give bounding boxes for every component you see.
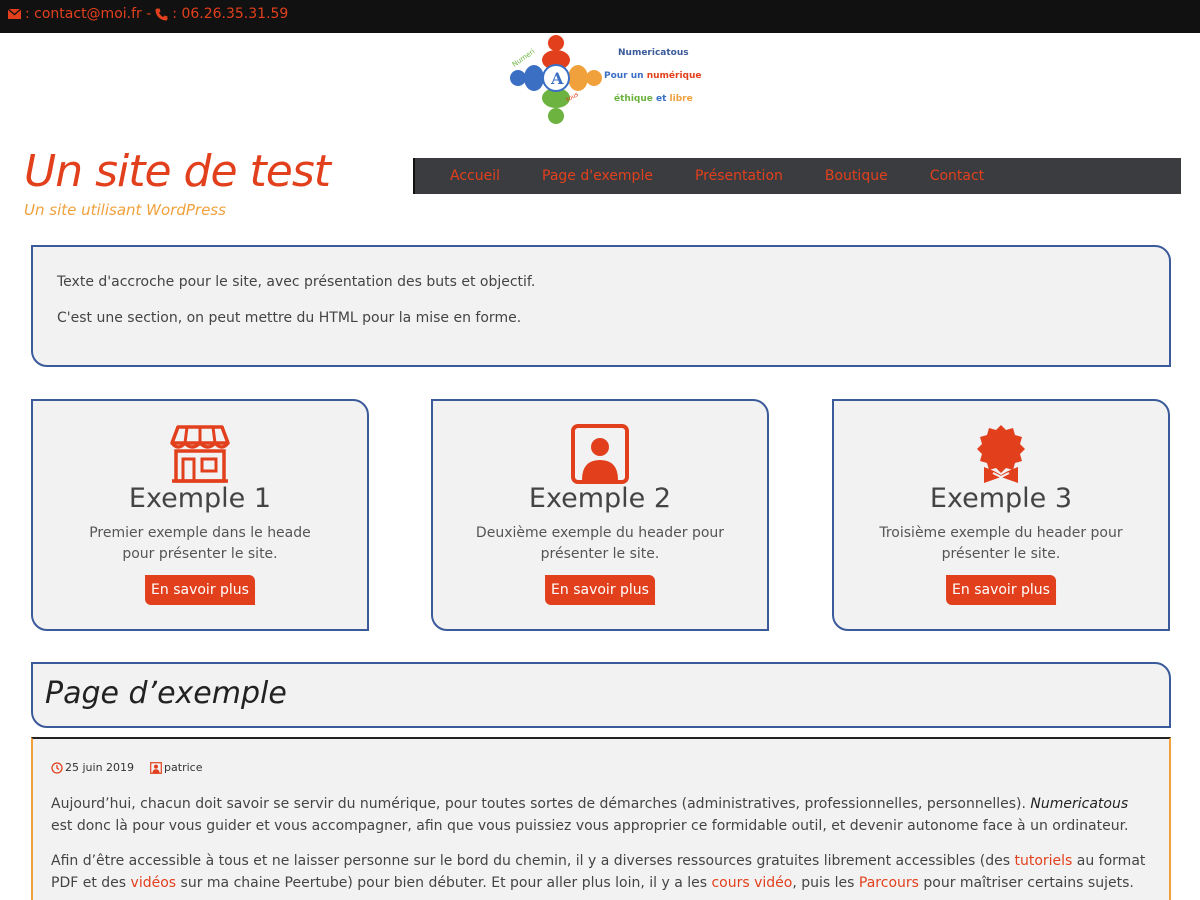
post-date-text: 25 juin 2019 [65,761,135,774]
parcours-link[interactable]: Parcours [859,875,919,891]
cours-video-link[interactable]: cours vidéo [711,875,792,891]
logo-line2: Pour un numérique [604,71,702,81]
p1-text-a: Aujourd’hui, chacun doit savoir se servi… [51,796,1031,812]
intro-line-2: C'est une section, on peut mettre du HTM… [57,310,522,326]
svg-text:A: A [550,69,564,88]
logo-line3c: libre [669,94,693,104]
card-exemple-1: Exemple 1 Premier exemple dans le heade … [31,399,369,631]
card-title: Exemple 1 [128,483,272,514]
article-paragraph-1: Aujourd’hui, chacun doit savoir se servi… [51,793,1146,837]
site-tagline: Un site utilisant WordPress [24,201,226,219]
videos-link[interactable]: vidéos [131,875,177,891]
logo-line3b: et [656,94,667,104]
en-savoir-plus-button[interactable]: En savoir plus [946,575,1056,605]
card-exemple-3: Exemple 3 Troisième exemple du header po… [832,399,1170,631]
post-date[interactable]: 25 juin 2019 [51,761,134,774]
page-title: Page d’exemple [45,676,287,711]
article-paragraph-2: Afin d’être accessible à tous et ne lais… [51,850,1146,894]
shop-icon [170,425,230,483]
en-savoir-plus-button[interactable]: En savoir plus [145,575,255,605]
card-exemple-2: Exemple 2 Deuxième exemple du header pou… [431,399,769,631]
contact-email[interactable]: : contact@moi.fr - [25,6,151,22]
nav-item-presentation[interactable]: Présentation [695,168,783,184]
site-logo[interactable]: A Numeri tous Numericatous Pour un numér… [506,34,706,126]
card-title: Exemple 3 [929,483,1073,514]
p1-text-b: est donc là pour vous guider et vous acc… [51,818,1129,834]
card-description: Troisième exemple du header pour présent… [879,525,1123,562]
logo-line1: Numericatous [618,48,689,58]
main-nav: Accueil Page d'exemple Présentation Bout… [413,158,1181,194]
card-description: Deuxième exemple du header pour présente… [475,525,725,562]
intro-line-1: Texte d'accroche pour le site, avec prés… [57,274,536,290]
top-bar: : contact@moi.fr - : 06.26.35.31.59 [0,0,1200,33]
logo-line3: éthique et libre [614,94,693,104]
contact-phone[interactable]: : 06.26.35.31.59 [172,6,288,22]
award-badge-icon [977,425,1025,483]
post-author[interactable]: patrice [150,761,202,774]
user-portrait-icon [571,424,629,484]
nav-item-accueil[interactable]: Accueil [450,168,500,184]
p2-text-d: , puis les [792,875,859,891]
intro-section: Texte d'accroche pour le site, avec prés… [31,245,1171,367]
logo-people-icon: A Numeri tous [510,35,602,124]
p1-emphasis: Numericatous [1030,796,1129,812]
clock-icon [51,761,63,774]
site-title[interactable]: Un site de test [24,146,331,197]
en-savoir-plus-button[interactable]: En savoir plus [545,575,655,605]
card-description: Premier exemple dans le heade pour prése… [89,525,311,562]
article-content: 25 juin 2019 patrice Aujourd’hui, chacun… [31,737,1171,900]
logo-line2b: numérique [646,71,702,81]
logo-line3a: éthique [614,94,653,104]
p2-text-a: Afin d’être accessible à tous et ne lais… [51,853,1015,869]
nav-item-boutique[interactable]: Boutique [825,168,888,184]
p2-text-c: sur ma chaine Peertube) pour bien débute… [176,875,712,891]
post-meta: 25 juin 2019 patrice [51,761,218,774]
nav-item-page-exemple[interactable]: Page d'exemple [542,168,653,184]
envelope-icon [8,9,21,19]
nav-item-contact[interactable]: Contact [930,168,984,184]
card-title: Exemple 2 [528,483,672,514]
phone-icon [155,8,168,20]
logo-line2a: Pour un [604,71,644,81]
tutoriels-link[interactable]: tutoriels [1014,853,1072,869]
post-author-text: patrice [164,761,203,774]
p2-text-e: pour maîtriser certains sujets. [918,875,1134,891]
contact-info: : contact@moi.fr - : 06.26.35.31.59 [8,6,288,22]
page-heading-box: Page d’exemple [31,662,1171,728]
user-icon [150,761,162,774]
